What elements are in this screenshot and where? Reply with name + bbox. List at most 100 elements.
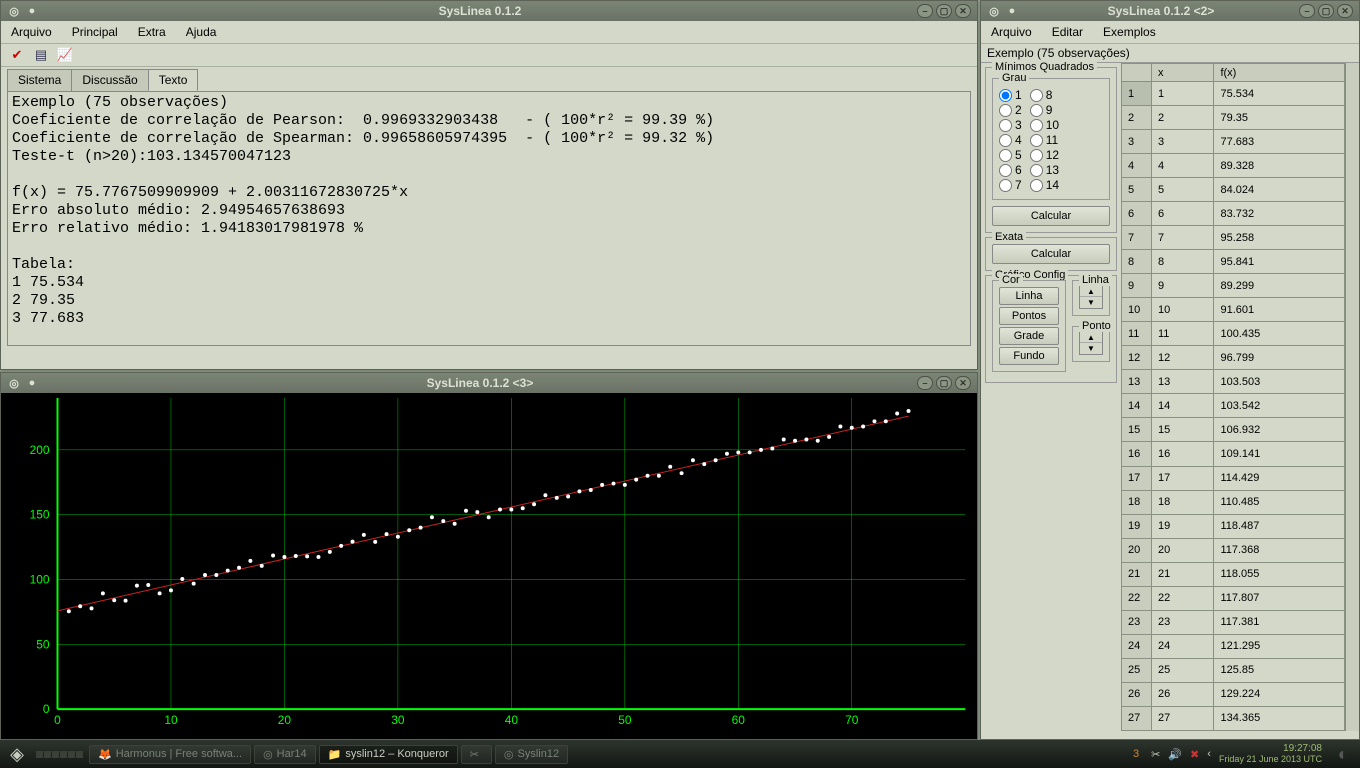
task-item[interactable]: ✂ — [461, 745, 492, 764]
cell[interactable]: 14 — [1122, 394, 1152, 418]
table-row[interactable]: 8895.841 — [1122, 250, 1345, 274]
cell[interactable]: 17 — [1122, 466, 1152, 490]
cell[interactable]: 5 — [1122, 178, 1152, 202]
cell[interactable]: 79.35 — [1214, 106, 1345, 130]
table-row[interactable]: 4489.328 — [1122, 154, 1345, 178]
cell[interactable]: 27 — [1122, 706, 1152, 730]
table-row[interactable]: 2424121.295 — [1122, 634, 1345, 658]
cell[interactable]: 25 — [1122, 658, 1152, 682]
col-header[interactable] — [1122, 64, 1152, 82]
cell[interactable]: 24 — [1122, 634, 1152, 658]
calcular-button[interactable]: Calcular — [992, 206, 1110, 226]
cell[interactable]: 118.055 — [1214, 562, 1345, 586]
cell[interactable]: 10 — [1122, 298, 1152, 322]
table-row[interactable]: 101091.601 — [1122, 298, 1345, 322]
cor-linha-button[interactable]: Linha — [999, 287, 1059, 305]
grau-radio-1[interactable]: 1 — [999, 88, 1022, 102]
close-icon[interactable]: ✕ — [1337, 4, 1353, 18]
cell[interactable]: 103.542 — [1214, 394, 1345, 418]
plot-icon[interactable]: 📈 — [55, 46, 75, 64]
cell[interactable]: 11 — [1122, 322, 1152, 346]
cell[interactable]: 96.799 — [1214, 346, 1345, 370]
cell[interactable]: 20 — [1152, 538, 1214, 562]
tab-discussao[interactable]: Discussão — [71, 69, 148, 91]
text-output[interactable]: Exemplo (75 observações) Coeficiente de … — [7, 91, 971, 346]
cell[interactable]: 77.683 — [1214, 130, 1345, 154]
cell[interactable]: 26 — [1152, 682, 1214, 706]
pin-icon[interactable]: ● — [1005, 4, 1019, 18]
cor-pontos-button[interactable]: Pontos — [999, 307, 1059, 325]
cell[interactable]: 91.601 — [1214, 298, 1345, 322]
spin-up-icon[interactable]: ▲ — [1080, 286, 1102, 297]
task-item[interactable]: 📁syslin12 – Konqueror — [319, 745, 458, 764]
cell[interactable]: 22 — [1122, 586, 1152, 610]
cell[interactable]: 1 — [1152, 82, 1214, 106]
spin-up-icon[interactable]: ▲ — [1080, 332, 1102, 343]
cor-grade-button[interactable]: Grade — [999, 327, 1059, 345]
cell[interactable]: 1 — [1122, 82, 1152, 106]
cell[interactable]: 9 — [1122, 274, 1152, 298]
close-icon[interactable]: ✕ — [955, 4, 971, 18]
grau-radio-6[interactable]: 6 — [999, 163, 1022, 177]
cell[interactable]: 114.429 — [1214, 466, 1345, 490]
grau-radio-10[interactable]: 10 — [1030, 118, 1059, 132]
table-row[interactable]: 2222117.807 — [1122, 586, 1345, 610]
grau-radio-11[interactable]: 11 — [1030, 133, 1059, 147]
tray-x-icon[interactable]: ✖ — [1190, 748, 1199, 761]
scrollbar-vertical[interactable] — [1345, 63, 1359, 731]
ponto-spinner[interactable]: ▲▼ — [1079, 331, 1103, 355]
cell[interactable]: 95.258 — [1214, 226, 1345, 250]
table-row[interactable]: 1175.534 — [1122, 82, 1345, 106]
table-row[interactable]: 1111100.435 — [1122, 322, 1345, 346]
table-row[interactable]: 7795.258 — [1122, 226, 1345, 250]
tray-expand-icon[interactable]: ‹ — [1207, 748, 1211, 760]
titlebar[interactable]: ◎ ● SysLinea 0.1.2 – ▢ ✕ — [1, 1, 977, 21]
maximize-icon[interactable]: ▢ — [936, 4, 952, 18]
cell[interactable]: 7 — [1152, 226, 1214, 250]
cell[interactable]: 100.435 — [1214, 322, 1345, 346]
cell[interactable]: 23 — [1152, 610, 1214, 634]
cell[interactable]: 6 — [1152, 202, 1214, 226]
cell[interactable]: 110.485 — [1214, 490, 1345, 514]
maximize-icon[interactable]: ▢ — [936, 376, 952, 390]
chart-area[interactable]: 010203040506070050100150200 — [1, 393, 977, 739]
notes-icon[interactable]: ▤ — [31, 46, 51, 64]
menu-editar[interactable]: Editar — [1048, 23, 1087, 41]
cell[interactable]: 3 — [1152, 130, 1214, 154]
cell[interactable]: 129.224 — [1214, 682, 1345, 706]
cell[interactable]: 19 — [1122, 514, 1152, 538]
cell[interactable]: 12 — [1152, 346, 1214, 370]
cell[interactable]: 7 — [1122, 226, 1152, 250]
menu-ajuda[interactable]: Ajuda — [182, 23, 221, 41]
spin-down-icon[interactable]: ▼ — [1080, 297, 1102, 308]
start-menu-icon[interactable]: ◈ — [4, 741, 30, 767]
tray-volume-icon[interactable]: 🔊 — [1168, 748, 1182, 761]
close-icon[interactable]: ✕ — [955, 376, 971, 390]
grau-radio-14[interactable]: 14 — [1030, 178, 1059, 192]
grau-radio-4[interactable]: 4 — [999, 133, 1022, 147]
tray-end-icon[interactable]: ◐ — [1330, 741, 1356, 767]
cell[interactable]: 6 — [1122, 202, 1152, 226]
spin-down-icon[interactable]: ▼ — [1080, 343, 1102, 354]
pin-icon[interactable]: ● — [25, 4, 39, 18]
cell[interactable]: 26 — [1122, 682, 1152, 706]
table-row[interactable]: 1717114.429 — [1122, 466, 1345, 490]
menu-principal[interactable]: Principal — [68, 23, 122, 41]
cell[interactable]: 14 — [1152, 394, 1214, 418]
cell[interactable]: 15 — [1122, 418, 1152, 442]
minimize-icon[interactable]: – — [917, 376, 933, 390]
cell[interactable]: 117.381 — [1214, 610, 1345, 634]
table-row[interactable]: 2323117.381 — [1122, 610, 1345, 634]
menu-arquivo[interactable]: Arquivo — [7, 23, 56, 41]
table-row[interactable]: 1414103.542 — [1122, 394, 1345, 418]
grau-radio-7[interactable]: 7 — [999, 178, 1022, 192]
grau-radio-3[interactable]: 3 — [999, 118, 1022, 132]
table-row[interactable]: 5584.024 — [1122, 178, 1345, 202]
cell[interactable]: 23 — [1122, 610, 1152, 634]
cell[interactable]: 95.841 — [1214, 250, 1345, 274]
cell[interactable]: 18 — [1122, 490, 1152, 514]
table-row[interactable]: 3377.683 — [1122, 130, 1345, 154]
table-row[interactable]: 2525125.85 — [1122, 658, 1345, 682]
table-row[interactable]: 2727134.365 — [1122, 706, 1345, 730]
cell[interactable]: 11 — [1152, 322, 1214, 346]
